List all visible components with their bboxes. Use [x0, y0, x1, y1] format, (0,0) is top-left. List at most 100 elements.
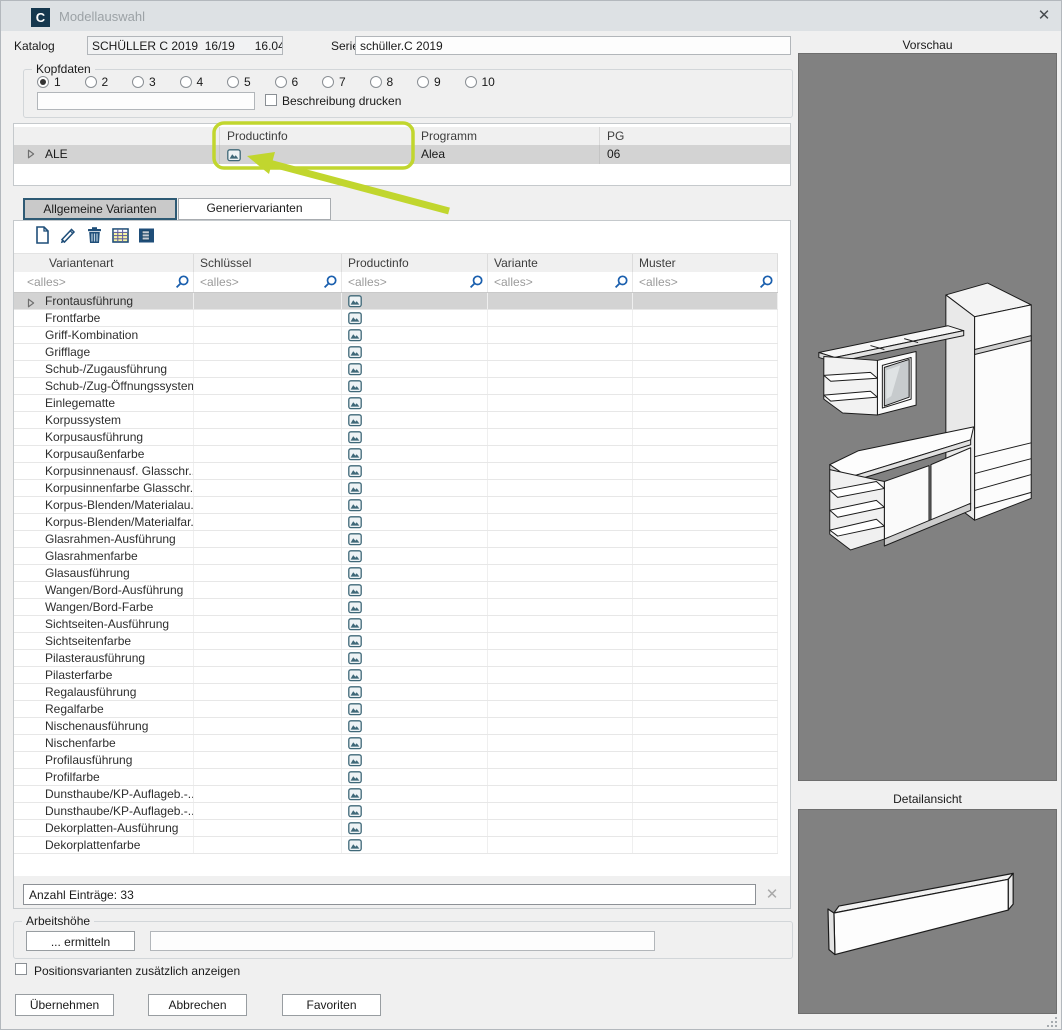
search-icon[interactable] — [322, 274, 338, 290]
productinfo-cell[interactable] — [342, 803, 488, 819]
productinfo-cell[interactable] — [342, 633, 488, 649]
productinfo-cell[interactable] — [342, 684, 488, 700]
productinfo-cell[interactable] — [342, 769, 488, 785]
katalog-field[interactable]: SCHÜLLER C 2019 16/19 16.04.19 — [87, 36, 283, 55]
table-row[interactable]: Glasausführung — [14, 565, 778, 582]
table-row[interactable]: Regalausführung — [14, 684, 778, 701]
productinfo-cell[interactable] — [342, 480, 488, 496]
table-row[interactable]: Frontfarbe — [14, 310, 778, 327]
productinfo-cell[interactable] — [342, 718, 488, 734]
table-row[interactable]: Schub-/Zugausführung — [14, 361, 778, 378]
productinfo-cell[interactable] — [342, 344, 488, 360]
radio-circle[interactable] — [227, 76, 239, 88]
filter-Schlüssel[interactable]: <alles> — [194, 272, 342, 292]
radio-circle[interactable] — [322, 76, 334, 88]
productinfo-cell[interactable] — [342, 361, 488, 377]
tab-generiervarianten[interactable]: Generiervarianten — [178, 198, 331, 220]
productinfo-cell[interactable] — [342, 582, 488, 598]
model-row-productinfo[interactable] — [220, 145, 414, 164]
productinfo-cell[interactable] — [342, 735, 488, 751]
table-row[interactable]: Wangen/Bord-Ausführung — [14, 582, 778, 599]
table-row[interactable]: Korpusinnenfarbe Glasschr... — [14, 480, 778, 497]
col-productinfo[interactable]: Productinfo — [342, 254, 488, 272]
table-row[interactable]: Profilausführung — [14, 752, 778, 769]
table-row[interactable]: Einlegematte — [14, 395, 778, 412]
productinfo-cell[interactable] — [342, 667, 488, 683]
model-col-productinfo[interactable]: Productinfo — [220, 127, 414, 145]
productinfo-cell[interactable] — [342, 395, 488, 411]
table-row[interactable]: Nischenfarbe — [14, 735, 778, 752]
filter-Muster[interactable]: <alles> — [633, 272, 778, 292]
filter-Variante[interactable]: <alles> — [488, 272, 633, 292]
table-row[interactable]: Glasrahmen-Ausführung — [14, 531, 778, 548]
productinfo-cell[interactable] — [342, 293, 488, 309]
kopfdaten-input[interactable] — [37, 92, 255, 110]
productinfo-cell[interactable] — [342, 446, 488, 462]
filter-Productinfo[interactable]: <alles> — [342, 272, 488, 292]
productinfo-cell[interactable] — [342, 616, 488, 632]
table-row[interactable]: Dekorplattenfarbe — [14, 837, 778, 854]
table-row[interactable]: Korpusaußenfarbe — [14, 446, 778, 463]
radio-circle[interactable] — [275, 76, 287, 88]
radio-3[interactable]: 3 — [132, 75, 180, 89]
radio-4[interactable]: 4 — [180, 75, 228, 89]
radio-circle[interactable] — [370, 76, 382, 88]
productinfo-cell[interactable] — [342, 786, 488, 802]
table-row[interactable]: Profilfarbe — [14, 769, 778, 786]
search-icon[interactable] — [468, 274, 484, 290]
productinfo-cell[interactable] — [342, 752, 488, 768]
radio-circle[interactable] — [132, 76, 144, 88]
table-row[interactable]: Regalfarbe — [14, 701, 778, 718]
radio-circle[interactable] — [465, 76, 477, 88]
productinfo-cell[interactable] — [342, 497, 488, 513]
productinfo-cell[interactable] — [342, 378, 488, 394]
radio-7[interactable]: 7 — [322, 75, 370, 89]
table-row[interactable]: Glasrahmenfarbe — [14, 548, 778, 565]
table-row[interactable]: Grifflage — [14, 344, 778, 361]
model-col-programm[interactable]: Programm — [414, 127, 600, 145]
clear-filter-icon[interactable]: ✕ — [762, 885, 782, 905]
table-row[interactable]: Pilasterfarbe — [14, 667, 778, 684]
new-page-icon[interactable] — [32, 225, 52, 245]
positionsvarianten-checkbox[interactable] — [15, 963, 27, 975]
col-variante[interactable]: Variante — [488, 254, 633, 272]
productinfo-cell[interactable] — [342, 820, 488, 836]
table-row[interactable]: Wangen/Bord-Farbe — [14, 599, 778, 616]
table-row[interactable]: Korpus-Blenden/Materialfar... — [14, 514, 778, 531]
productinfo-cell[interactable] — [342, 599, 488, 615]
radio-9[interactable]: 9 — [417, 75, 465, 89]
productinfo-cell[interactable] — [342, 565, 488, 581]
productinfo-cell[interactable] — [342, 463, 488, 479]
radio-circle[interactable] — [37, 76, 49, 88]
table-row[interactable]: Schub-/Zug-Öffnungssystem — [14, 378, 778, 395]
search-icon[interactable] — [174, 274, 190, 290]
resize-grip[interactable] — [1045, 1015, 1059, 1029]
col-muster[interactable]: Muster — [633, 254, 778, 272]
table-row[interactable]: Dekorplatten-Ausführung — [14, 820, 778, 837]
delete-trash-icon[interactable] — [84, 225, 104, 245]
col-variantenart[interactable]: Variantenart — [14, 254, 194, 272]
radio-10[interactable]: 10 — [465, 75, 513, 89]
productinfo-cell[interactable] — [342, 514, 488, 530]
close-button[interactable]: ✕ — [1033, 5, 1055, 27]
abbrechen-button[interactable]: Abbrechen — [148, 994, 247, 1016]
radio-circle[interactable] — [417, 76, 429, 88]
col-schluessel[interactable]: Schlüssel — [194, 254, 342, 272]
model-table-row[interactable]: ALE Alea 06 — [14, 145, 790, 164]
productinfo-cell[interactable] — [342, 837, 488, 853]
productinfo-cell[interactable] — [342, 531, 488, 547]
radio-circle[interactable] — [85, 76, 97, 88]
productinfo-cell[interactable] — [342, 327, 488, 343]
radio-6[interactable]: 6 — [275, 75, 323, 89]
table-row[interactable]: Griff-Kombination — [14, 327, 778, 344]
table-row[interactable]: Pilasterausführung — [14, 650, 778, 667]
table-row[interactable]: Dunsthaube/KP-Auflageb.-... — [14, 786, 778, 803]
uebernehmen-button[interactable]: Übernehmen — [15, 994, 114, 1016]
serie-field[interactable]: schüller.C 2019 — [355, 36, 791, 55]
productinfo-cell[interactable] — [342, 412, 488, 428]
beschreibung-checkbox[interactable] — [265, 94, 277, 106]
search-icon[interactable] — [758, 274, 774, 290]
productinfo-cell[interactable] — [342, 429, 488, 445]
table-row[interactable]: Korpus-Blenden/Materialau... — [14, 497, 778, 514]
radio-2[interactable]: 2 — [85, 75, 133, 89]
